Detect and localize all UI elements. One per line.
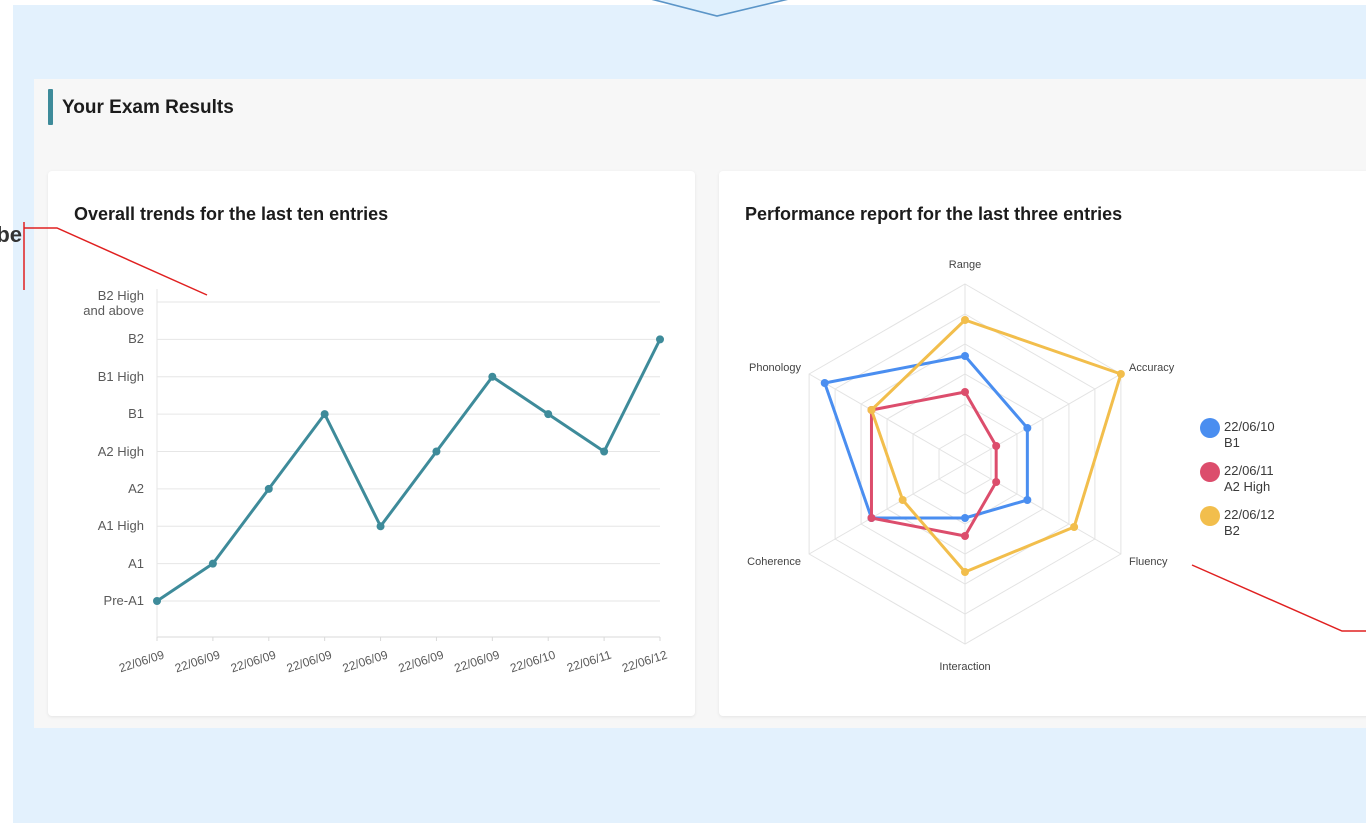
legend-label: 22/06/11 A2 High [1224, 463, 1274, 495]
trends-y-tick-line: B2 High [97, 288, 144, 303]
trends-y-tick-label: B1 High [4, 369, 144, 384]
legend-item[interactable]: 22/06/10 B1 [1200, 418, 1310, 462]
legend-item[interactable]: 22/06/11 A2 High [1200, 462, 1310, 506]
trends-y-tick-line: A2 [128, 480, 144, 496]
trends-y-tick-line: B2 [128, 331, 144, 347]
trends-y-tick-line: B1 [128, 406, 144, 422]
trends-y-tick-line: B1 High [97, 368, 144, 384]
trends-card [48, 171, 695, 716]
radar-legend: 22/06/10 B1 22/06/11 A2 High 22/06/12 B2 [1200, 418, 1310, 550]
clipped-label-text: be [0, 222, 22, 247]
legend-date: 22/06/10 [1224, 419, 1275, 434]
legend-swatch [1200, 462, 1220, 482]
trends-y-tick-label: B2 High and above [4, 288, 144, 318]
trends-y-tick-label: B2 [4, 331, 144, 346]
legend-label: 22/06/12 B2 [1224, 507, 1275, 539]
trends-y-tick-label: A1 [4, 556, 144, 571]
trends-y-tick-line: and above [83, 303, 144, 318]
trends-y-tick-line: A1 [128, 555, 144, 571]
trends-y-tick-line: A1 High [97, 518, 144, 534]
legend-date: 22/06/11 [1224, 463, 1274, 478]
trends-y-tick-label: A1 High [4, 518, 144, 533]
trends-y-tick-label: Pre-A1 [4, 593, 144, 608]
trends-chart-title: Overall trends for the last ten entries [74, 204, 389, 224]
trends-y-tick-label: A2 [4, 481, 144, 496]
legend-level: B2 [1224, 523, 1240, 538]
legend-swatch [1200, 506, 1220, 526]
legend-item[interactable]: 22/06/12 B2 [1200, 506, 1310, 550]
trends-y-tick-line: A2 High [97, 443, 144, 459]
trends-y-tick-line: Pre-A1 [103, 593, 144, 608]
legend-swatch [1200, 418, 1220, 438]
collapse-chevron-icon[interactable] [645, 0, 795, 22]
legend-label: 22/06/10 B1 [1224, 419, 1275, 451]
trends-y-tick-label: B1 [4, 406, 144, 421]
legend-level: B1 [1224, 435, 1240, 450]
section-title: Your Exam Results [62, 97, 234, 118]
section-accent-bar [48, 89, 53, 125]
clipped-label: be [0, 222, 30, 248]
legend-date: 22/06/12 [1224, 507, 1275, 522]
performance-chart-title: Performance report for the last three en… [745, 204, 1123, 224]
trends-y-tick-label: A2 High [4, 444, 144, 459]
legend-level: A2 High [1224, 479, 1271, 494]
